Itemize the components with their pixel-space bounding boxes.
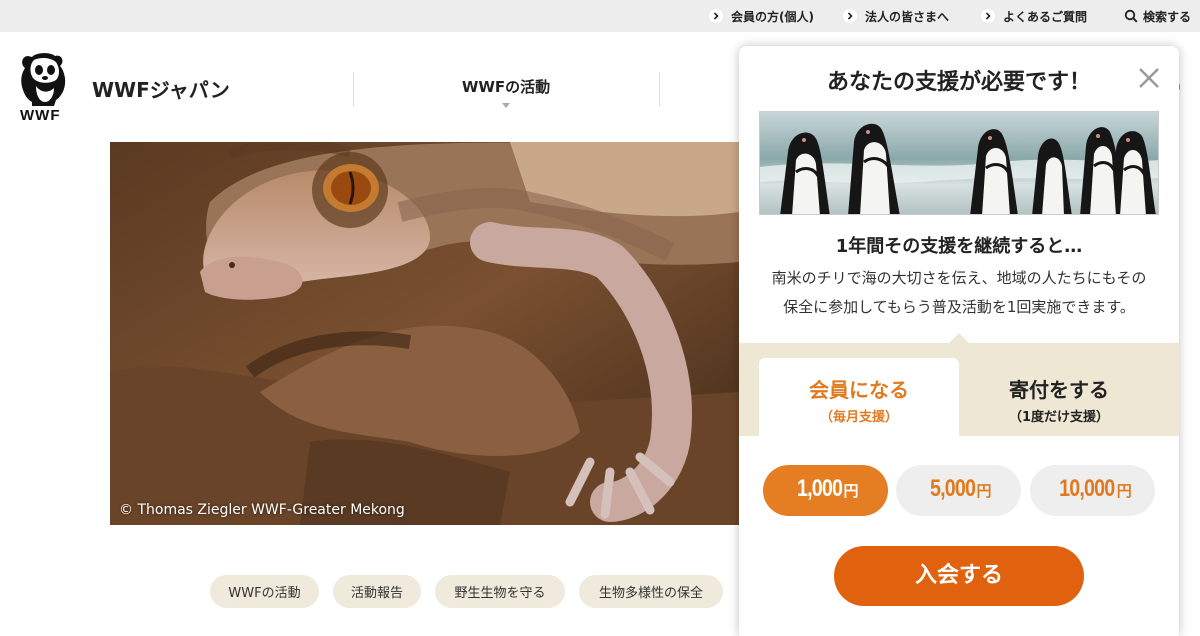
popup-title: あなたの支援が必要です！ (826, 70, 1091, 95)
amount-value: 5,000 (930, 475, 976, 502)
description-line: 南米のチリで海の大切さを伝え、地域の人たちにもその (771, 269, 1147, 287)
chevron-down-icon (502, 103, 510, 108)
amount-value: 1,000 (797, 475, 843, 502)
photo-credit: © Thomas Ziegler WWF-Greater Mekong (119, 502, 405, 518)
tab-membership[interactable]: 会員になる （毎月支援） (759, 358, 959, 436)
tab-donation[interactable]: 寄付をする （1度だけ支援） (959, 358, 1159, 436)
amount-unit: 円 (1116, 482, 1132, 500)
tag-chip[interactable]: 活動報告 (333, 575, 421, 608)
chevron-right-icon (981, 9, 995, 23)
nav-item-activities[interactable]: WWFの活動 (420, 72, 592, 108)
members-link-label: 会員の方(個人) (731, 9, 814, 24)
corporate-link-label: 法人の皆さまへ (865, 9, 950, 24)
chevron-right-icon (843, 9, 857, 23)
amount-option-1000[interactable]: 1,000 円 (763, 465, 888, 516)
amount-option-5000[interactable]: 5,000 円 (896, 465, 1021, 516)
tab-sublabel: （毎月支援） (819, 410, 898, 425)
faq-link[interactable]: よくあるご質問 (981, 0, 1087, 32)
tag-chip[interactable]: 野生生物を守る (435, 575, 565, 608)
tag-chip[interactable]: WWFの活動 (210, 575, 319, 608)
brand-name[interactable]: WWFジャパン (92, 74, 230, 103)
nav-divider (353, 72, 354, 106)
tab-label: 寄付をする (1009, 378, 1109, 402)
nav-item-label: WWFの活動 (461, 78, 551, 96)
logo-text: WWF (20, 107, 61, 124)
wwf-logo[interactable]: WWF (18, 50, 70, 124)
penguin-photo (759, 111, 1159, 215)
tab-sublabel: （1度だけ支援） (1008, 410, 1110, 425)
join-button[interactable]: 入会する (834, 546, 1084, 606)
search-icon (1124, 9, 1138, 23)
popup-subtitle: 1年間その支援を継続すると… (835, 236, 1083, 257)
amount-unit: 円 (843, 482, 859, 500)
tab-label: 会員になる (809, 378, 909, 402)
popup-description: 南米のチリで海の大切さを伝え、地域の人たちにもその 保全に参加してもらう普及活動… (757, 264, 1161, 322)
donation-popup: あなたの支援が必要です！ 1年間その支援を継続すると… 南米のチリで海の大切さを… (739, 46, 1179, 636)
faq-link-label: よくあるご質問 (1003, 9, 1088, 24)
amount-value: 10,000 (1059, 475, 1115, 502)
members-link[interactable]: 会員の方(個人) (709, 0, 814, 32)
amount-option-10000[interactable]: 10,000 円 (1030, 465, 1155, 516)
chevron-right-icon (709, 9, 723, 23)
description-line: 保全に参加してもらう普及活動を1回実施できます。 (783, 298, 1135, 316)
close-icon[interactable] (1137, 66, 1161, 90)
nav-divider (659, 72, 660, 106)
utility-bar: 会員の方(個人) 法人の皆さまへ よくあるご質問 検索する (0, 0, 1200, 32)
search-link-label: 検索する (1143, 9, 1192, 24)
corporate-link[interactable]: 法人の皆さまへ (843, 0, 949, 32)
amount-unit: 円 (976, 482, 992, 500)
hero-image (110, 142, 739, 525)
tag-chip[interactable]: 生物多様性の保全 (579, 575, 723, 608)
search-link[interactable]: 検索する (1124, 0, 1191, 32)
